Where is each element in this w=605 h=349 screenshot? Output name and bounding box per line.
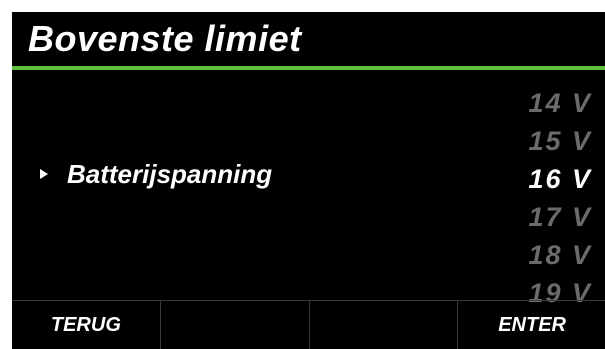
softkey-terug[interactable]: TERUG xyxy=(12,301,161,349)
softkey-bar: TERUG ENTER xyxy=(12,300,605,349)
softkey-enter[interactable]: ENTER xyxy=(458,301,605,349)
pointer-triangle-icon xyxy=(40,169,48,179)
value-item-14v[interactable]: 14 V xyxy=(472,84,592,122)
value-item-17v[interactable]: 17 V xyxy=(472,198,592,236)
value-item-18v[interactable]: 18 V xyxy=(472,236,592,274)
value-item-16v[interactable]: 16 V xyxy=(472,160,592,198)
device-screen: Bovenste limiet Batterijspanning 14 V 15… xyxy=(12,12,605,349)
page-title: Bovenste limiet xyxy=(28,18,302,59)
voltage-value-list[interactable]: 14 V 15 V 16 V 17 V 18 V 19 V xyxy=(472,84,592,312)
softkey-3[interactable] xyxy=(310,301,459,349)
softkey-2[interactable] xyxy=(161,301,310,349)
title-underline xyxy=(12,66,605,70)
value-item-15v[interactable]: 15 V xyxy=(472,122,592,160)
setting-label: Batterijspanning xyxy=(67,159,273,189)
